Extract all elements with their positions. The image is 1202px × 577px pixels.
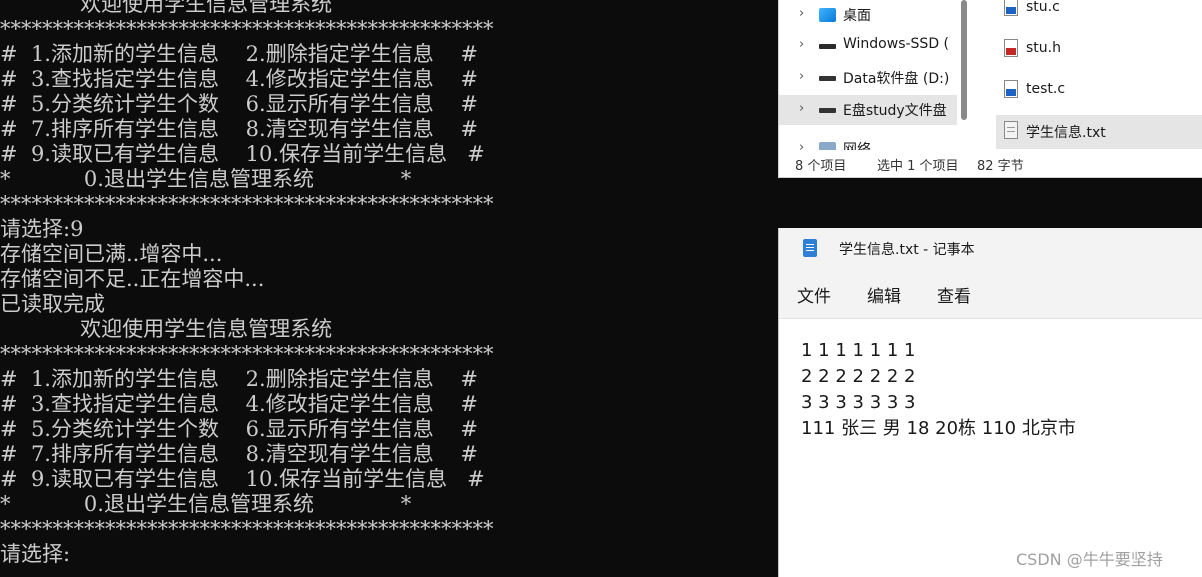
selection-size: 82 字节 [977,159,1024,174]
notepad-window: 学生信息.txt - 记事本 文件 编辑 查看 1 1 1 1 1 1 1 2 … [778,228,1202,577]
network-icon [819,142,836,150]
console-prompt[interactable]: 请选择: [0,542,494,567]
console-window[interactable]: 欢迎使用学生信息管理系统 ***************************… [0,0,778,577]
menu-edit[interactable]: 编辑 [867,282,901,307]
console-line: ****************************************… [0,192,494,216]
tree-item-network[interactable]: › 网络 [779,134,957,150]
console-line: 欢迎使用学生信息管理系统 [0,317,333,341]
console-line: # 9.读取已有学生信息 10.保存当前学生信息 # [0,142,485,166]
explorer-status-bar: 8 个项目 选中 1 个项目 82 字节 [779,150,1202,178]
console-line: # 1.添加新的学生信息 2.删除指定学生信息 # [0,367,479,391]
file-item-stu-h[interactable]: stu.h [996,33,1202,67]
console-line: * 0.退出学生信息管理系统 * [0,492,412,516]
console-line: # 1.添加新的学生信息 2.删除指定学生信息 # [0,42,479,66]
console-line: # 3.查找指定学生信息 4.修改指定学生信息 # [0,67,479,91]
text-line: 1 1 1 1 1 1 1 [801,340,916,361]
menu-bar: 文件 编辑 查看 [779,268,1202,319]
drive-icon [819,76,836,81]
tree-item-desktop[interactable]: › 桌面 [779,0,957,30]
console-line: ****************************************… [0,342,494,366]
console-line: # 5.分类统计学生个数 6.显示所有学生信息 # [0,92,479,116]
tree-item-label: Windows-SSD ( [843,36,950,52]
console-line: # 3.查找指定学生信息 4.修改指定学生信息 # [0,392,479,416]
text-line: 2 2 2 2 2 2 2 [801,366,916,387]
menu-view[interactable]: 查看 [937,282,971,307]
chevron-right-icon[interactable]: › [799,101,804,116]
chevron-right-icon[interactable]: › [799,69,804,84]
console-line: # 5.分类统计学生个数 6.显示所有学生信息 # [0,417,479,441]
console-line: 存储空间不足..正在增容中... [0,267,265,291]
text-line: 111 张三 男 18 20栋 110 北京市 [801,418,1076,439]
menu-file[interactable]: 文件 [797,282,831,307]
tree-item-windows-ssd[interactable]: › Windows-SSD ( [779,31,957,61]
file-list: stu.c stu.h test.c 学生信息.txt [996,0,1202,150]
console-line: 存储空间已满..增容中... [0,242,223,266]
console-line: * 0.退出学生信息管理系统 * [0,167,412,191]
c-file-icon [1004,0,1018,16]
tree-item-e-drive[interactable]: › E盘study文件盘 [779,95,957,125]
c-file-icon [1004,80,1018,98]
chevron-right-icon[interactable]: › [799,140,804,150]
watermark: CSDN @牛牛要坚持 [1016,550,1163,569]
tree-scrollbar[interactable] [961,0,967,120]
file-item-test-c[interactable]: test.c [996,74,1202,108]
tree-item-label: 网络 [843,142,871,150]
item-count: 8 个项目 [795,159,847,174]
file-name: 学生信息.txt [1026,125,1106,141]
console-line: 请选择:9 [0,217,84,241]
chevron-right-icon[interactable]: › [799,6,804,21]
console-line: ****************************************… [0,17,494,41]
title-bar[interactable]: 学生信息.txt - 记事本 [779,228,1202,268]
file-name: stu.c [1026,0,1060,15]
window-title: 学生信息.txt - 记事本 [839,242,975,258]
file-name: test.c [1026,81,1066,97]
tree-item-label: Data软件盘 (D:) [843,71,950,87]
file-explorer-window: › 桌面 › Windows-SSD ( › Data软件盘 (D:) › E盘… [778,0,1202,178]
console-line: 欢迎使用学生信息管理系统 [0,0,333,16]
file-name: stu.h [1026,40,1061,56]
navigation-tree: › 桌面 › Windows-SSD ( › Data软件盘 (D:) › E盘… [779,0,961,150]
tree-item-label: E盘study文件盘 [843,103,947,119]
console-line: 已读取完成 [0,292,105,316]
file-item-student-info-txt[interactable]: 学生信息.txt [996,115,1202,149]
console-line: ****************************************… [0,517,494,541]
chevron-right-icon[interactable]: › [799,37,804,52]
tree-item-data-drive[interactable]: › Data软件盘 (D:) [779,63,957,93]
console-line: # 9.读取已有学生信息 10.保存当前学生信息 # [0,467,485,491]
selection-info: 选中 1 个项目 [877,159,959,174]
text-file-icon [1004,121,1018,139]
text-editor[interactable]: 1 1 1 1 1 1 1 2 2 2 2 2 2 2 3 3 3 3 3 3 … [801,338,1076,442]
windows-drive-icon [819,44,836,49]
notepad-icon [803,239,817,257]
h-file-icon [1004,39,1018,57]
console-output: 欢迎使用学生信息管理系统 ***************************… [0,0,494,567]
file-item-stu-c[interactable]: stu.c [996,0,1202,26]
drive-icon [819,108,836,113]
text-line: 3 3 3 3 3 3 3 [801,392,916,413]
console-line: # 7.排序所有学生信息 8.清空现有学生信息 # [0,117,479,141]
console-line: # 7.排序所有学生信息 8.清空现有学生信息 # [0,442,479,466]
desktop-icon [819,8,836,22]
tree-item-label: 桌面 [843,8,871,24]
